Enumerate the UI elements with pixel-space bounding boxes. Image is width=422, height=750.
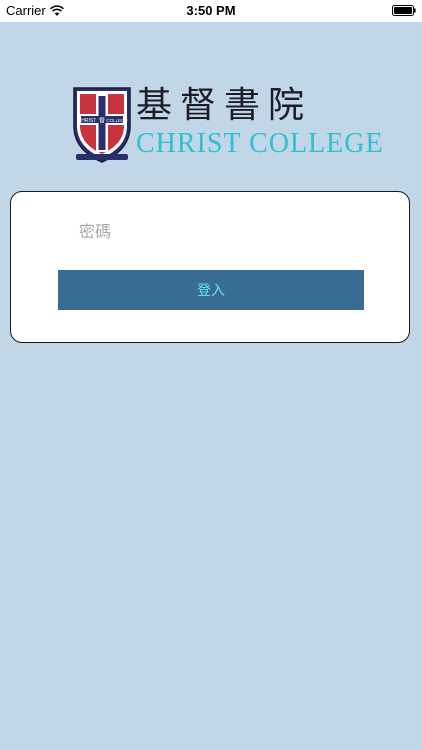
school-name-chinese: 基督書院	[136, 85, 313, 126]
school-crest-icon: CHRIST 督 COLLEGE	[73, 87, 131, 163]
status-bar: Carrier 3:50 PM	[0, 0, 422, 22]
status-time: 3:50 PM	[186, 3, 236, 18]
battery-icon	[392, 5, 416, 16]
login-card: 登入	[10, 191, 410, 343]
crest-text-left: CHRIST	[78, 118, 97, 124]
password-input[interactable]	[79, 216, 359, 246]
crest-text-right: COLLEGE	[106, 118, 127, 123]
login-button[interactable]: 登入	[58, 270, 364, 310]
crest-text-center: 督	[99, 117, 105, 125]
school-logo: CHRIST 督 COLLEGE 基督書院 CHRIST COLLEGE	[72, 84, 383, 164]
school-name-english: CHRIST COLLEGE	[136, 128, 384, 159]
